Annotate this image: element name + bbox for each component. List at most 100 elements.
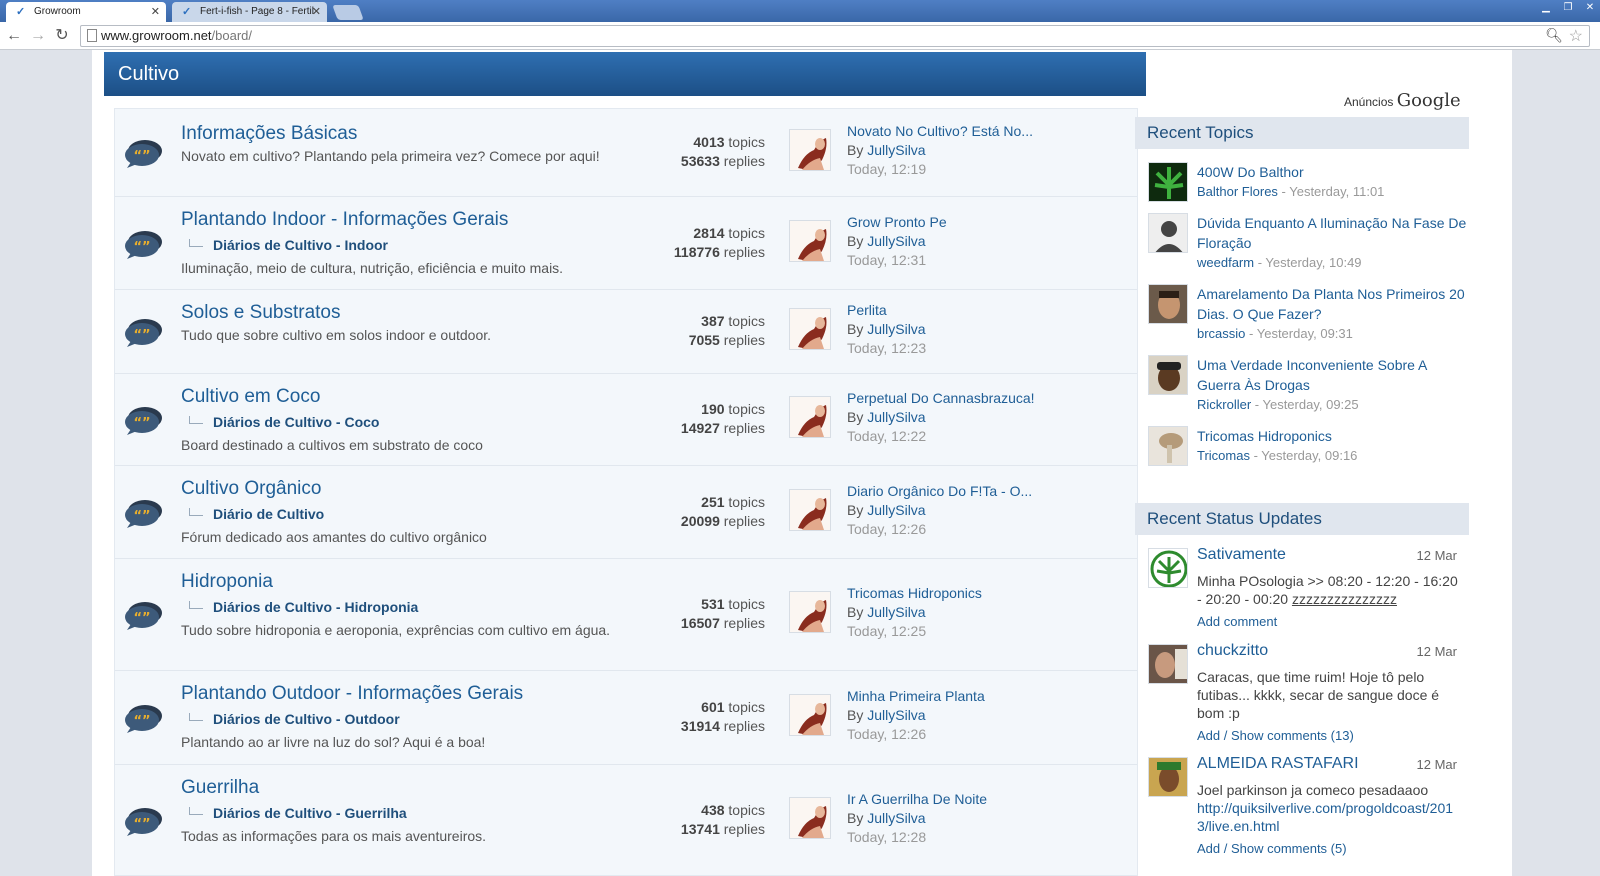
recent-topic-link[interactable]: Tricomas Hidroponics bbox=[1197, 426, 1467, 446]
forum-bubble-icon: “” bbox=[123, 702, 163, 734]
last-post-time: Today, 12:31 bbox=[847, 252, 927, 268]
minimize-icon[interactable]: ▁ bbox=[1535, 1, 1557, 15]
zoom-icon[interactable]: 🔍︎ bbox=[1545, 27, 1563, 44]
subforum-link[interactable]: Diários de Cultivo - Hidroponia bbox=[189, 599, 418, 615]
recent-topic-author-link[interactable]: Balthor Flores bbox=[1197, 184, 1278, 199]
last-post-author-link[interactable]: JullySilva bbox=[867, 707, 925, 723]
status-avatar[interactable] bbox=[1148, 757, 1188, 797]
last-post-by: By JullySilva bbox=[847, 409, 926, 425]
subforum-link[interactable]: Diário de Cultivo bbox=[189, 506, 324, 522]
url-text[interactable]: www.growroom.net/board/ bbox=[101, 26, 252, 46]
forum-title-link[interactable]: Plantando Outdoor - Informações Gerais bbox=[181, 683, 523, 705]
reload-icon[interactable]: ↻ bbox=[52, 26, 72, 46]
status-comment-actions[interactable]: Add comment bbox=[1197, 614, 1277, 629]
last-post-avatar[interactable] bbox=[789, 489, 831, 531]
status-author-link[interactable]: ALMEIDA RASTAFARI bbox=[1197, 755, 1359, 773]
forum-bubble-icon: “” bbox=[123, 805, 163, 837]
status-updates-header: Recent Status Updates bbox=[1135, 503, 1469, 535]
last-post-time: Today, 12:28 bbox=[847, 829, 927, 845]
google-ads-label[interactable]: Anúncios Google bbox=[1344, 90, 1461, 111]
recent-topic-meta: weedfarm - Yesterday, 10:49 bbox=[1197, 255, 1362, 270]
last-post-title-link[interactable]: Ir A Guerrilha De Noite bbox=[847, 791, 987, 807]
recent-topic-avatar[interactable] bbox=[1148, 355, 1188, 395]
subforum-link[interactable]: Diários de Cultivo - Outdoor bbox=[189, 711, 400, 727]
last-post-title-link[interactable]: Diario Orgânico Do F!Ta - O... bbox=[847, 483, 1032, 499]
last-post-avatar[interactable] bbox=[789, 308, 831, 350]
restore-icon[interactable]: ❐ bbox=[1557, 1, 1579, 15]
recent-topic-author-link[interactable]: Tricomas bbox=[1197, 448, 1250, 463]
forum-row: “” Cultivo em Coco Diários de Cultivo - Co… bbox=[115, 374, 1137, 466]
status-avatar[interactable] bbox=[1148, 548, 1188, 588]
last-post-time: Today, 12:25 bbox=[847, 623, 927, 639]
forum-description: Board destinado a cultivos em substrato … bbox=[181, 437, 483, 453]
close-window-icon[interactable]: ✕ bbox=[1579, 1, 1600, 15]
status-avatar[interactable] bbox=[1148, 644, 1188, 684]
last-post-author-link[interactable]: JullySilva bbox=[867, 502, 925, 518]
forum-row: “” Guerrilha Diários de Cultivo - Guerrilh… bbox=[115, 765, 1137, 876]
new-tab-button[interactable] bbox=[332, 5, 364, 20]
last-post-title-link[interactable]: Perpetual Do Cannasbrazuca! bbox=[847, 390, 1035, 406]
recent-topic-author-link[interactable]: weedfarm bbox=[1197, 255, 1254, 270]
last-post-title-link[interactable]: Tricomas Hidroponics bbox=[847, 585, 982, 601]
last-post-avatar[interactable] bbox=[789, 797, 831, 839]
forum-title-link[interactable]: Cultivo Orgânico bbox=[181, 478, 321, 500]
forum-row: “” Cultivo Orgânico Diário de Cultivo Fórum… bbox=[115, 466, 1137, 559]
last-post-avatar[interactable] bbox=[789, 220, 831, 262]
back-arrow-icon[interactable]: ← bbox=[4, 26, 24, 46]
last-post-author-link[interactable]: JullySilva bbox=[867, 233, 925, 249]
status-date: 12 Mar bbox=[1416, 644, 1457, 659]
forum-title-link[interactable]: Guerrilha bbox=[181, 777, 259, 799]
recent-topic-link[interactable]: Amarelamento Da Planta Nos Primeiros 20 … bbox=[1197, 284, 1467, 324]
last-post-time: Today, 12:26 bbox=[847, 521, 927, 537]
last-post-avatar[interactable] bbox=[789, 129, 831, 171]
forum-title-link[interactable]: Plantando Indoor - Informações Gerais bbox=[181, 209, 508, 231]
recent-topic-link[interactable]: Dúvida Enquanto A Iluminação Na Fase De … bbox=[1197, 213, 1467, 253]
tab-close-icon[interactable]: ✕ bbox=[312, 2, 321, 22]
last-post-avatar[interactable] bbox=[789, 694, 831, 736]
last-post-title-link[interactable]: Grow Pronto Pe bbox=[847, 214, 947, 230]
address-bar[interactable]: www.growroom.net/board/ 🔍︎ ☆ bbox=[80, 25, 1590, 47]
forum-stats: 190 topics 14927 replies bbox=[680, 401, 765, 436]
subforum-link[interactable]: Diários de Cultivo - Coco bbox=[189, 414, 379, 430]
svg-text:“”: “” bbox=[133, 817, 150, 832]
last-post-avatar[interactable] bbox=[789, 396, 831, 438]
recent-topic-avatar[interactable] bbox=[1148, 426, 1188, 466]
last-post-author-link[interactable]: JullySilva bbox=[867, 409, 925, 425]
forum-title-link[interactable]: Solos e Substratos bbox=[181, 302, 340, 324]
forum-stats: 251 topics 20099 replies bbox=[680, 494, 765, 529]
subforum-arrow-icon bbox=[189, 508, 203, 516]
last-post-title-link[interactable]: Perlita bbox=[847, 302, 887, 318]
subforum-link[interactable]: Diários de Cultivo - Guerrilha bbox=[189, 805, 407, 821]
status-comment-actions[interactable]: Add / Show comments (13) bbox=[1197, 728, 1354, 743]
last-post-time: Today, 12:22 bbox=[847, 428, 927, 444]
recent-topic-avatar[interactable] bbox=[1148, 284, 1188, 324]
recent-topic-author-link[interactable]: Rickroller bbox=[1197, 397, 1251, 412]
tab-fert-i-fish[interactable]: ✓ Fert-i-fish - Page 8 - Fertil ✕ bbox=[172, 2, 327, 22]
last-post-author-link[interactable]: JullySilva bbox=[867, 321, 925, 337]
status-author-link[interactable]: chuckzitto bbox=[1197, 642, 1268, 660]
last-post-avatar[interactable] bbox=[789, 591, 831, 633]
subforum-link[interactable]: Diários de Cultivo - Indoor bbox=[189, 237, 388, 253]
last-post-title-link[interactable]: Novato No Cultivo? Está No... bbox=[847, 123, 1033, 139]
last-post-author-link[interactable]: JullySilva bbox=[867, 810, 925, 826]
status-date: 12 Mar bbox=[1416, 548, 1457, 563]
bookmark-star-icon[interactable]: ☆ bbox=[1569, 26, 1583, 46]
forum-title-link[interactable]: Informações Básicas bbox=[181, 123, 357, 145]
last-post-title-link[interactable]: Minha Primeira Planta bbox=[847, 688, 985, 704]
last-post-by: By JullySilva bbox=[847, 707, 926, 723]
forward-arrow-icon[interactable]: → bbox=[28, 26, 48, 46]
recent-topic-link[interactable]: Uma Verdade Inconveniente Sobre A Guerra… bbox=[1197, 355, 1467, 395]
last-post-author-link[interactable]: JullySilva bbox=[867, 142, 925, 158]
tab-growroom[interactable]: ✓ Growroom ✕ bbox=[6, 2, 166, 22]
status-author-link[interactable]: Sativamente bbox=[1197, 546, 1286, 564]
status-link[interactable]: http://quiksilverlive.com/progoldcoast/2… bbox=[1197, 800, 1453, 834]
forum-title-link[interactable]: Cultivo em Coco bbox=[181, 386, 320, 408]
recent-topic-avatar[interactable] bbox=[1148, 162, 1188, 202]
status-comment-actions[interactable]: Add / Show comments (5) bbox=[1197, 841, 1347, 856]
recent-topic-avatar[interactable] bbox=[1148, 213, 1188, 253]
recent-topic-link[interactable]: 400W Do Balthor bbox=[1197, 162, 1467, 182]
forum-title-link[interactable]: Hidroponia bbox=[181, 571, 273, 593]
tab-close-icon[interactable]: ✕ bbox=[151, 2, 160, 22]
last-post-author-link[interactable]: JullySilva bbox=[867, 604, 925, 620]
recent-topic-author-link[interactable]: brcassio bbox=[1197, 326, 1245, 341]
